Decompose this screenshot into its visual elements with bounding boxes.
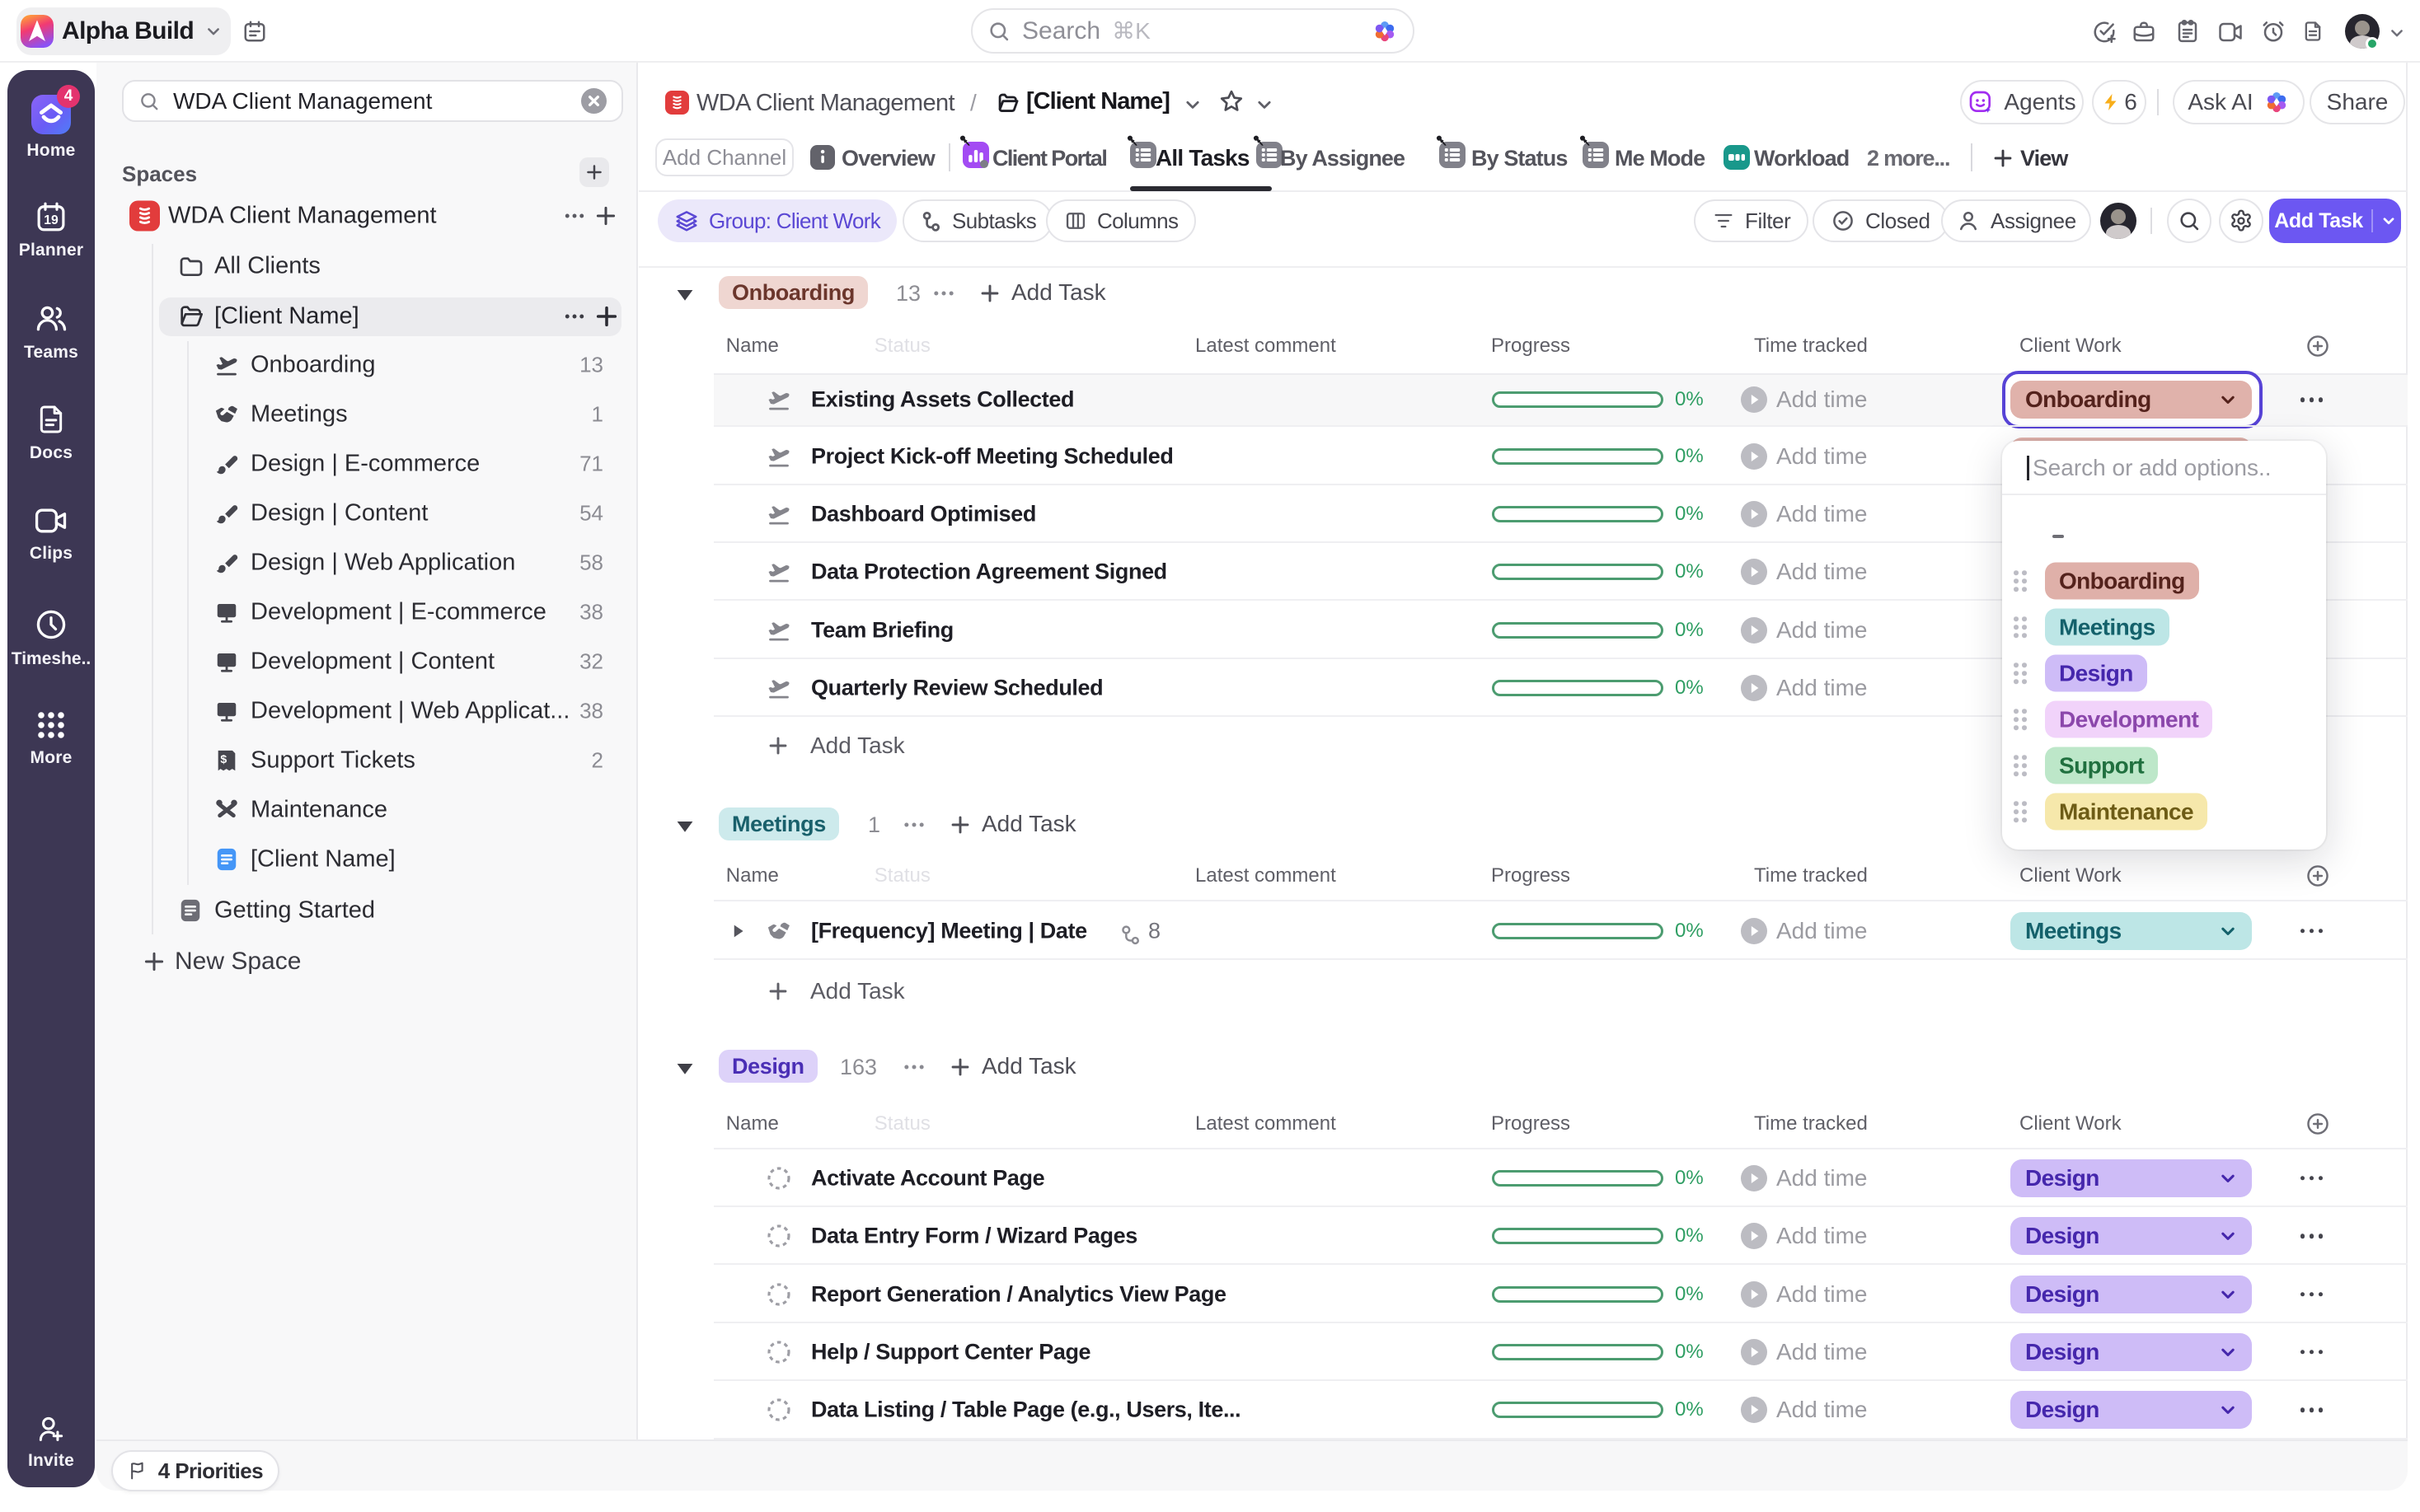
- svg-text:19: 19: [44, 213, 59, 227]
- svg-text:$: $: [220, 752, 227, 765]
